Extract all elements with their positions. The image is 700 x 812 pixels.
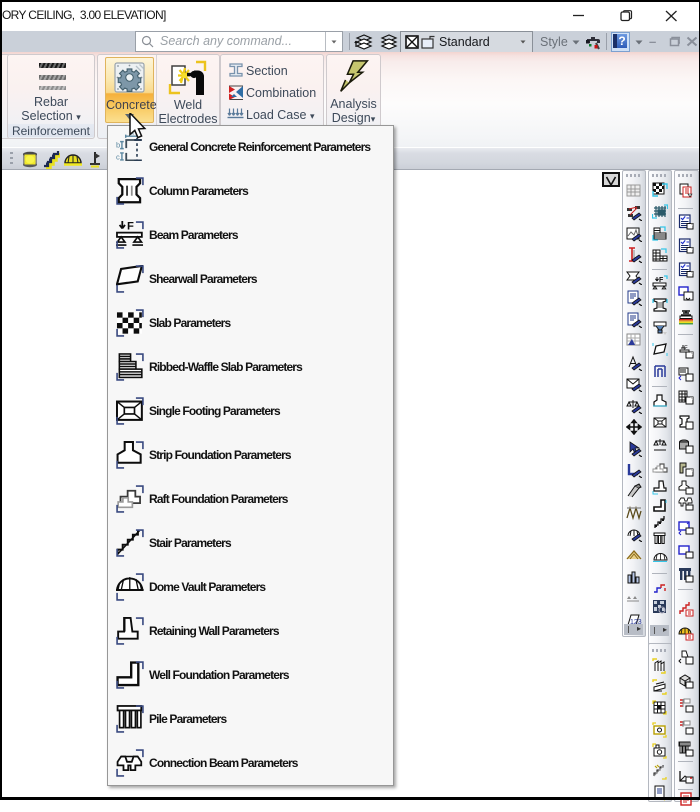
svg-text:F: F	[127, 221, 134, 233]
svg-text:c: c	[116, 152, 120, 161]
svg-text:b: b	[116, 141, 120, 150]
